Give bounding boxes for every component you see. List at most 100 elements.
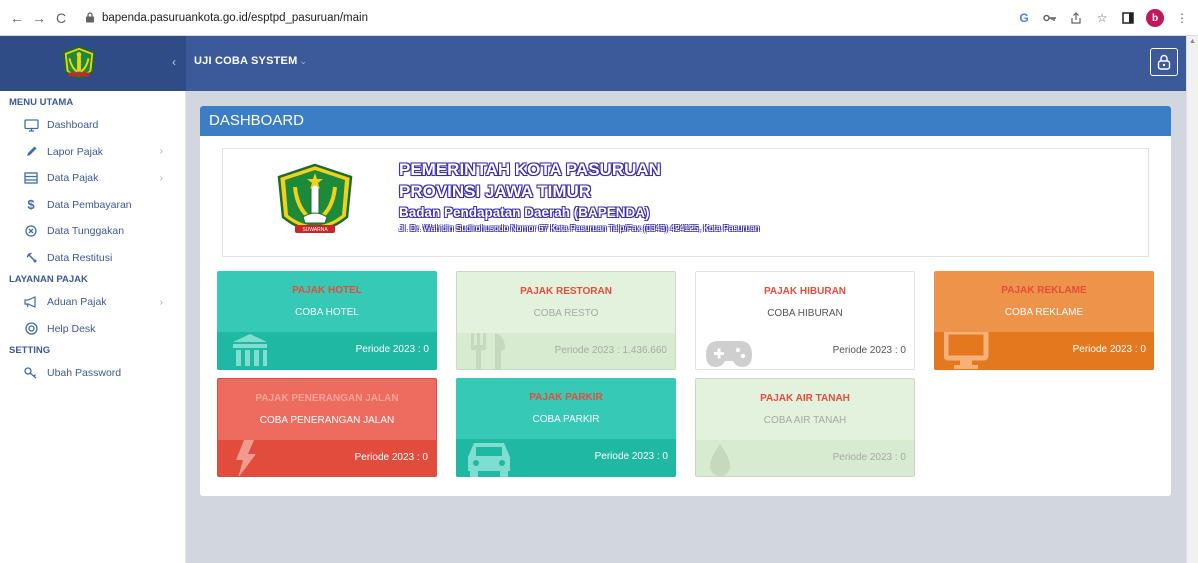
svg-text:SUWARNA: SUWARNA [302, 227, 328, 233]
chevron-right-icon: › [159, 146, 163, 158]
google-translate-icon[interactable]: G [1016, 10, 1032, 26]
sidebar-section-menu-utama: MENU UTAMA [9, 97, 74, 108]
tile-pajak-penerangan-jalan[interactable]: PAJAK PENERANGAN JALAN COBA PENERANGAN J… [217, 378, 437, 477]
chevron-down-icon: ⌄ [299, 56, 308, 66]
tile-footer: Periode 2023 : 0 [218, 440, 436, 476]
pencil-icon [23, 144, 39, 160]
cutlery-icon [471, 333, 505, 369]
sidebar-collapse-button[interactable]: ‹ [172, 55, 176, 69]
key-icon[interactable] [1042, 10, 1058, 26]
profile-avatar[interactable]: b [1146, 9, 1164, 27]
tile-subtitle: COBA AIR TANAH [763, 415, 847, 426]
tile-footer: Periode 2023 : 0 [696, 440, 914, 476]
tile-period: Periode 2023 : 0 [1072, 344, 1146, 355]
refresh-icon [23, 250, 39, 266]
tile-pajak-parkir[interactable]: PAJAK PARKIR COBA PARKIR Periode 2023 : … [456, 378, 676, 477]
tile-title: PAJAK AIR TANAH [760, 393, 850, 404]
bank-icon [233, 334, 267, 366]
tile-subtitle: COBA RESTO [533, 308, 599, 319]
main-content: DASHBOARD SUWARNA PEMERINTAH KOTA PASURU… [186, 91, 1186, 563]
app-name-label: UJI COBA SYSTEM [194, 55, 298, 67]
circle-x-icon [23, 223, 39, 239]
bolt-icon [236, 440, 256, 476]
app-header: ‹ UJI COBA SYSTEM ⌄ [0, 36, 1186, 91]
tile-pajak-hotel[interactable]: PAJAK HOTEL COBA HOTEL Periode 2023 : 0 [217, 271, 437, 370]
tile-pajak-reklame[interactable]: PAJAK REKLAME COBA REKLAME Periode 2023 … [934, 271, 1154, 370]
sidebar-item-lapor-pajak[interactable]: Lapor Pajak › [0, 139, 185, 166]
back-button[interactable]: ← [6, 7, 28, 29]
app-name-dropdown[interactable]: UJI COBA SYSTEM ⌄ [194, 55, 307, 67]
lock-button[interactable] [1150, 48, 1178, 76]
address-bar[interactable]: bapenda.pasuruankota.go.id/esptpd_pasuru… [84, 5, 984, 31]
logo-area: ‹ [0, 36, 186, 91]
lifebuoy-icon [23, 321, 39, 337]
tile-subtitle: COBA HIBURAN [767, 308, 843, 319]
page-title: DASHBOARD [200, 106, 1171, 136]
tile-pajak-air-tanah[interactable]: PAJAK AIR TANAH COBA AIR TANAH Periode 2… [695, 378, 915, 477]
scroll-up-arrow-icon[interactable]: ▲ [1189, 38, 1196, 45]
monitor-icon [23, 117, 39, 133]
sidebar-item-data-pajak[interactable]: Data Pajak › [0, 165, 185, 192]
sidebar-item-aduan-pajak[interactable]: Aduan Pajak › [0, 289, 185, 316]
menu-kebab-icon[interactable]: ⋮ [1174, 10, 1190, 26]
banner-text-block: PEMERINTAH KOTA PASURUAN PROVINSI JAWA T… [399, 159, 760, 234]
forward-button[interactable]: → [28, 7, 50, 29]
banner-line-1: PEMERINTAH KOTA PASURUAN [399, 160, 661, 179]
sidebar-item-label: Ubah Password [47, 367, 122, 380]
dashboard-panel: DASHBOARD SUWARNA PEMERINTAH KOTA PASURU… [200, 106, 1171, 496]
tile-title: PAJAK PARKIR [529, 392, 603, 403]
tile-period: Periode 2023 : 0 [354, 452, 428, 463]
tile-period: Periode 2023 : 0 [832, 452, 906, 463]
sidebar-item-label: Data Restitusi [47, 251, 113, 264]
list-icon [23, 170, 39, 186]
tile-subtitle: COBA REKLAME [1004, 307, 1084, 318]
key-icon [23, 365, 39, 381]
tile-footer: Periode 2023 : 0 [217, 332, 437, 370]
tile-pajak-restoran[interactable]: PAJAK RESTORAN COBA RESTO Periode 2023 :… [456, 271, 676, 370]
sidebar-item-label: Lapor Pajak [47, 145, 104, 158]
tile-subtitle: COBA HOTEL [295, 307, 359, 318]
sidebar-section-layanan-pajak: LAYANAN PAJAK [9, 274, 88, 285]
sidebar-item-label: Aduan Pajak [47, 296, 107, 309]
sidebar-section-setting: SETTING [9, 345, 51, 356]
tile-footer: Periode 2023 : 0 [696, 333, 914, 369]
sidebar-item-data-restitusi[interactable]: Data Restitusi [0, 245, 185, 272]
tile-period: Periode 2023 : 0 [355, 344, 429, 355]
sidebar-item-label: Data Pajak [47, 172, 99, 185]
share-icon[interactable] [1068, 10, 1084, 26]
sidebar-item-help-desk[interactable]: Help Desk [0, 316, 185, 343]
drop-icon [710, 444, 730, 476]
dollar-icon: $ [27, 197, 35, 213]
reload-button[interactable]: C [50, 7, 72, 29]
monitor-icon [944, 332, 989, 369]
sidebar-item-data-pembayaran[interactable]: $ Data Pembayaran [0, 192, 185, 219]
logo-emblem-icon [62, 45, 96, 78]
sidebar-item-label: Data Pembayaran [47, 198, 132, 211]
sidebar-item-label: Dashboard [47, 119, 99, 132]
sidebar-item-label: Data Tunggakan [47, 225, 125, 238]
chevron-right-icon: › [159, 172, 163, 184]
tile-footer: Periode 2023 : 0 [934, 332, 1154, 370]
sidebar: MENU UTAMA Dashboard Lapor Pajak › Data … [0, 91, 186, 563]
car-icon [468, 443, 510, 477]
tile-period: Periode 2023 : 1.436.660 [554, 345, 667, 356]
tile-period: Periode 2023 : 0 [594, 451, 668, 462]
banner-address: Jl. Dr. Wahidin Sudirohusodo Nomor 67 Ko… [399, 223, 760, 233]
tile-subtitle: COBA PENERANGAN JALAN [259, 415, 395, 426]
sidebar-item-data-tunggakan[interactable]: Data Tunggakan [0, 218, 185, 245]
city-emblem-icon: SUWARNA [277, 163, 353, 233]
page-scrollbar[interactable]: ▲ [1186, 36, 1198, 563]
star-icon[interactable]: ☆ [1094, 10, 1110, 26]
tile-title: PAJAK RESTORAN [520, 286, 612, 297]
banner-line-2: PROVINSI JAWA TIMUR [399, 182, 592, 201]
sidebar-item-dashboard[interactable]: Dashboard [0, 112, 185, 139]
sidebar-item-ubah-password[interactable]: Ubah Password [0, 360, 185, 387]
institution-banner: SUWARNA PEMERINTAH KOTA PASURUAN PROVINS… [222, 148, 1149, 257]
tile-title: PAJAK PENERANGAN JALAN [255, 393, 399, 404]
gamepad-icon [706, 341, 752, 367]
sidepanel-icon[interactable] [1120, 10, 1136, 26]
tile-footer: Periode 2023 : 0 [456, 439, 676, 477]
megaphone-icon [23, 294, 39, 310]
tile-subtitle: COBA PARKIR [532, 414, 600, 425]
tile-pajak-hiburan[interactable]: PAJAK HIBURAN COBA HIBURAN Periode 2023 … [695, 271, 915, 370]
